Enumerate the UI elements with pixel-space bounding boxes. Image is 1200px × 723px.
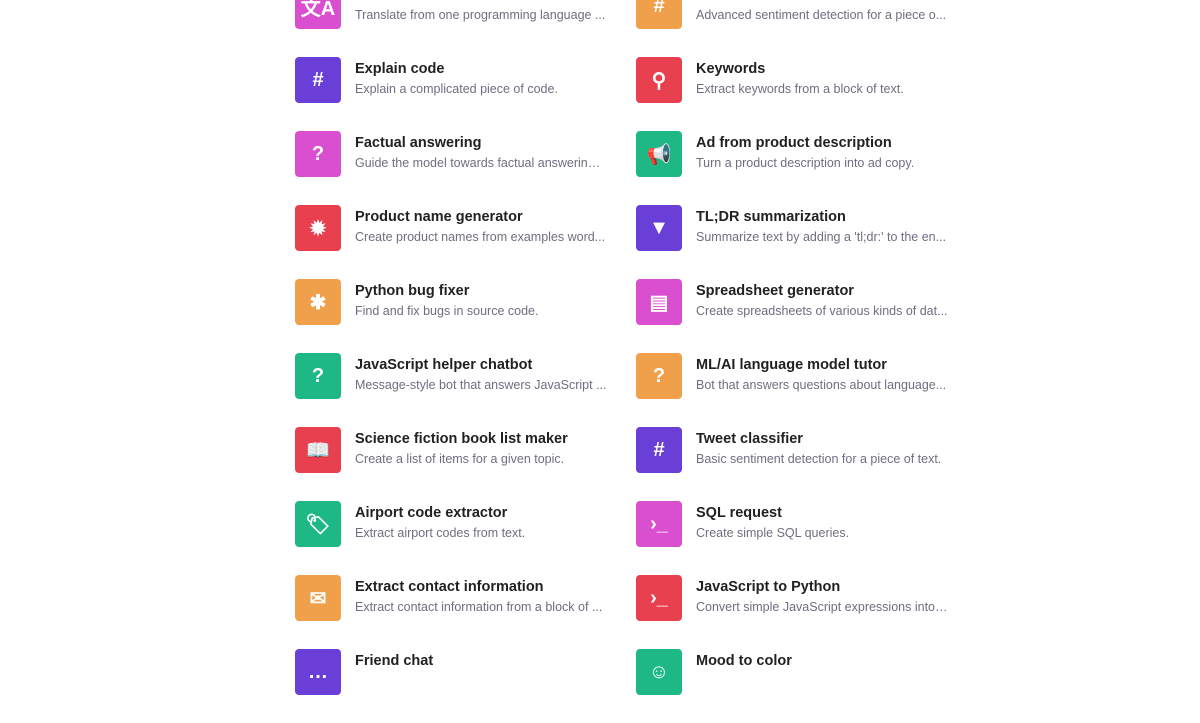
- example-description: Create spreadsheets of various kinds of …: [696, 304, 948, 318]
- example-title: Explain code: [355, 61, 445, 77]
- lightbulb-icon: ✹: [295, 205, 341, 251]
- hashtag-icon: #: [295, 57, 341, 103]
- example-description: Message-style bot that answers JavaScrip…: [355, 378, 607, 392]
- example-text: Factual answering Guide the model toward…: [355, 131, 607, 173]
- example-item[interactable]: ›_ SQL request Create simple SQL queries…: [636, 501, 977, 575]
- example-title: Keywords: [696, 61, 766, 77]
- example-description: Guide the model towards factual answerin…: [355, 156, 607, 170]
- example-item[interactable]: ☺ Mood to color: [636, 649, 977, 723]
- bug-icon: ✱: [295, 279, 341, 325]
- example-text: Explain code Explain a complicated piece…: [355, 57, 607, 99]
- example-item[interactable]: … Friend chat: [295, 649, 636, 723]
- example-item[interactable]: 文A Translate from one programming langua…: [295, 0, 636, 57]
- example-title: Product name generator: [355, 209, 523, 225]
- filter-icon: ▼: [636, 205, 682, 251]
- example-item[interactable]: 📢 Ad from product description Turn a pro…: [636, 131, 977, 205]
- example-item[interactable]: ▼ TL;DR summarization Summarize text by …: [636, 205, 977, 279]
- example-text: Science fiction book list maker Create a…: [355, 427, 607, 469]
- example-description: Create product names from examples word.…: [355, 230, 606, 244]
- example-text: Python bug fixer Find and fix bugs in so…: [355, 279, 607, 321]
- example-text: ML/AI language model tutor Bot that answ…: [696, 353, 948, 395]
- example-title: Extract contact information: [355, 579, 544, 595]
- example-description: Advanced sentiment detection for a piece…: [696, 8, 947, 22]
- example-item[interactable]: ✹ Product name generator Create product …: [295, 205, 636, 279]
- example-text: Advanced sentiment detection for a piece…: [696, 0, 948, 25]
- example-title: Factual answering: [355, 135, 482, 151]
- example-item[interactable]: # Advanced sentiment detection for a pie…: [636, 0, 977, 57]
- example-text: SQL request Create simple SQL queries.: [696, 501, 948, 543]
- question-icon: ?: [295, 131, 341, 177]
- example-description: Explain a complicated piece of code.: [355, 82, 558, 96]
- smiley-icon: ☺: [636, 649, 682, 695]
- example-description: Convert simple JavaScript expressions in…: [696, 600, 948, 614]
- example-item[interactable]: ? ML/AI language model tutor Bot that an…: [636, 353, 977, 427]
- hashtag-icon: #: [636, 0, 682, 29]
- example-text: Tweet classifier Basic sentiment detecti…: [696, 427, 948, 469]
- example-text: Extract contact information Extract cont…: [355, 575, 607, 617]
- example-text: Keywords Extract keywords from a block o…: [696, 57, 948, 99]
- example-item[interactable]: ? JavaScript helper chatbot Message-styl…: [295, 353, 636, 427]
- example-title: Mood to color: [696, 653, 792, 669]
- tag-icon: 🏷: [295, 501, 341, 547]
- example-item[interactable]: # Tweet classifier Basic sentiment detec…: [636, 427, 977, 501]
- terminal-icon: ›_: [636, 575, 682, 621]
- book-icon: 📖: [295, 427, 341, 473]
- example-text: Translate from one programming language …: [355, 0, 607, 25]
- question-icon: ?: [295, 353, 341, 399]
- example-text: JavaScript helper chatbot Message-style …: [355, 353, 607, 395]
- example-item[interactable]: 🏷 Airport code extractor Extract airport…: [295, 501, 636, 575]
- example-item[interactable]: # Explain code Explain a complicated pie…: [295, 57, 636, 131]
- example-description: Extract airport codes from text.: [355, 526, 526, 540]
- example-text: Ad from product description Turn a produ…: [696, 131, 948, 173]
- example-text: Airport code extractor Extract airport c…: [355, 501, 607, 543]
- example-description: Create simple SQL queries.: [696, 526, 850, 540]
- example-item[interactable]: ▤ Spreadsheet generator Create spreadshe…: [636, 279, 977, 353]
- example-text: JavaScript to Python Convert simple Java…: [696, 575, 948, 617]
- examples-grid: 文A Translate from one programming langua…: [295, 0, 977, 723]
- example-item[interactable]: 📖 Science fiction book list maker Create…: [295, 427, 636, 501]
- example-title: Tweet classifier: [696, 431, 803, 447]
- example-title: JavaScript helper chatbot: [355, 357, 533, 373]
- example-title: JavaScript to Python: [696, 579, 841, 595]
- question-icon: ?: [636, 353, 682, 399]
- table-icon: ▤: [636, 279, 682, 325]
- example-item[interactable]: ✱ Python bug fixer Find and fix bugs in …: [295, 279, 636, 353]
- example-title: ML/AI language model tutor: [696, 357, 887, 373]
- hashtag-icon: #: [636, 427, 682, 473]
- example-title: Spreadsheet generator: [696, 283, 854, 299]
- example-description: Turn a product description into ad copy.: [696, 156, 915, 170]
- example-description: Translate from one programming language …: [355, 8, 606, 22]
- example-description: Summarize text by adding a 'tl;dr:' to t…: [696, 230, 947, 244]
- example-title: Science fiction book list maker: [355, 431, 568, 447]
- example-title: SQL request: [696, 505, 782, 521]
- megaphone-icon: 📢: [636, 131, 682, 177]
- example-description: Find and fix bugs in source code.: [355, 304, 539, 318]
- example-title: Python bug fixer: [355, 283, 470, 299]
- example-item[interactable]: ✉ Extract contact information Extract co…: [295, 575, 636, 649]
- terminal-icon: ›_: [636, 501, 682, 547]
- example-text: Mood to color: [696, 649, 948, 671]
- example-title: Friend chat: [355, 653, 434, 669]
- example-item[interactable]: ? Factual answering Guide the model towa…: [295, 131, 636, 205]
- example-text: TL;DR summarization Summarize text by ad…: [696, 205, 948, 247]
- example-description: Extract contact information from a block…: [355, 600, 603, 614]
- example-description: Extract keywords from a block of text.: [696, 82, 904, 96]
- example-description: Basic sentiment detection for a piece of…: [696, 452, 942, 466]
- key-icon: ⚲: [636, 57, 682, 103]
- example-title: Airport code extractor: [355, 505, 508, 521]
- example-text: Spreadsheet generator Create spreadsheet…: [696, 279, 948, 321]
- example-description: Bot that answers questions about languag…: [696, 378, 947, 392]
- chat-icon: …: [295, 649, 341, 695]
- translate-icon: 文A: [295, 0, 341, 29]
- envelope-icon: ✉: [295, 575, 341, 621]
- example-title: Ad from product description: [696, 135, 892, 151]
- example-description: Create a list of items for a given topic…: [355, 452, 565, 466]
- example-text: Product name generator Create product na…: [355, 205, 607, 247]
- example-title: TL;DR summarization: [696, 209, 846, 225]
- example-item[interactable]: ›_ JavaScript to Python Convert simple J…: [636, 575, 977, 649]
- example-item[interactable]: ⚲ Keywords Extract keywords from a block…: [636, 57, 977, 131]
- example-text: Friend chat: [355, 649, 607, 671]
